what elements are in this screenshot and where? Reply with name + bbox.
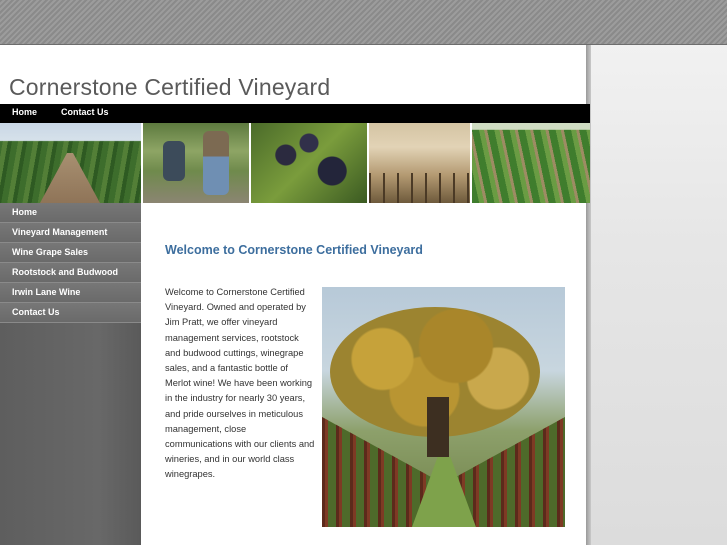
- oak-tree-vineyard-photo: [322, 287, 565, 527]
- banner-photo-vineyard-row: [0, 123, 143, 203]
- sidebar-item-home[interactable]: Home: [0, 203, 141, 223]
- sidebar-item-wine-grape-sales[interactable]: Wine Grape Sales: [0, 243, 141, 263]
- topnav-home-link[interactable]: Home: [12, 107, 37, 117]
- oak-trunk: [427, 397, 449, 457]
- banner-photo-foggy-vines: [369, 123, 472, 203]
- banner-photo-workers: [143, 123, 251, 203]
- sidebar-item-vineyard-management[interactable]: Vineyard Management: [0, 223, 141, 243]
- sidebar-navigation: Home Vineyard Management Wine Grape Sale…: [0, 203, 141, 545]
- right-background-panel: [590, 45, 727, 545]
- topnav-contact-link[interactable]: Contact Us: [61, 107, 109, 117]
- banner-photo-grapes: [251, 123, 369, 203]
- top-decorative-band: [0, 0, 727, 45]
- site-title: Cornerstone Certified Vineyard: [9, 74, 331, 100]
- welcome-heading: Welcome to Cornerstone Certified Vineyar…: [165, 243, 423, 257]
- welcome-body-text: Welcome to Cornerstone Certified Vineyar…: [165, 287, 315, 480]
- header: Cornerstone Certified Vineyard: [0, 45, 586, 104]
- page-container: Cornerstone Certified Vineyard Home Cont…: [0, 45, 590, 545]
- photo-banner: [0, 123, 590, 203]
- sidebar-item-rootstock-budwood[interactable]: Rootstock and Budwood: [0, 263, 141, 283]
- banner-photo-vineyard-field: [472, 123, 590, 203]
- sidebar-item-irwin-lane-wine[interactable]: Irwin Lane Wine: [0, 283, 141, 303]
- top-navigation: Home Contact Us: [0, 104, 590, 123]
- sidebar-item-contact-us[interactable]: Contact Us: [0, 303, 141, 323]
